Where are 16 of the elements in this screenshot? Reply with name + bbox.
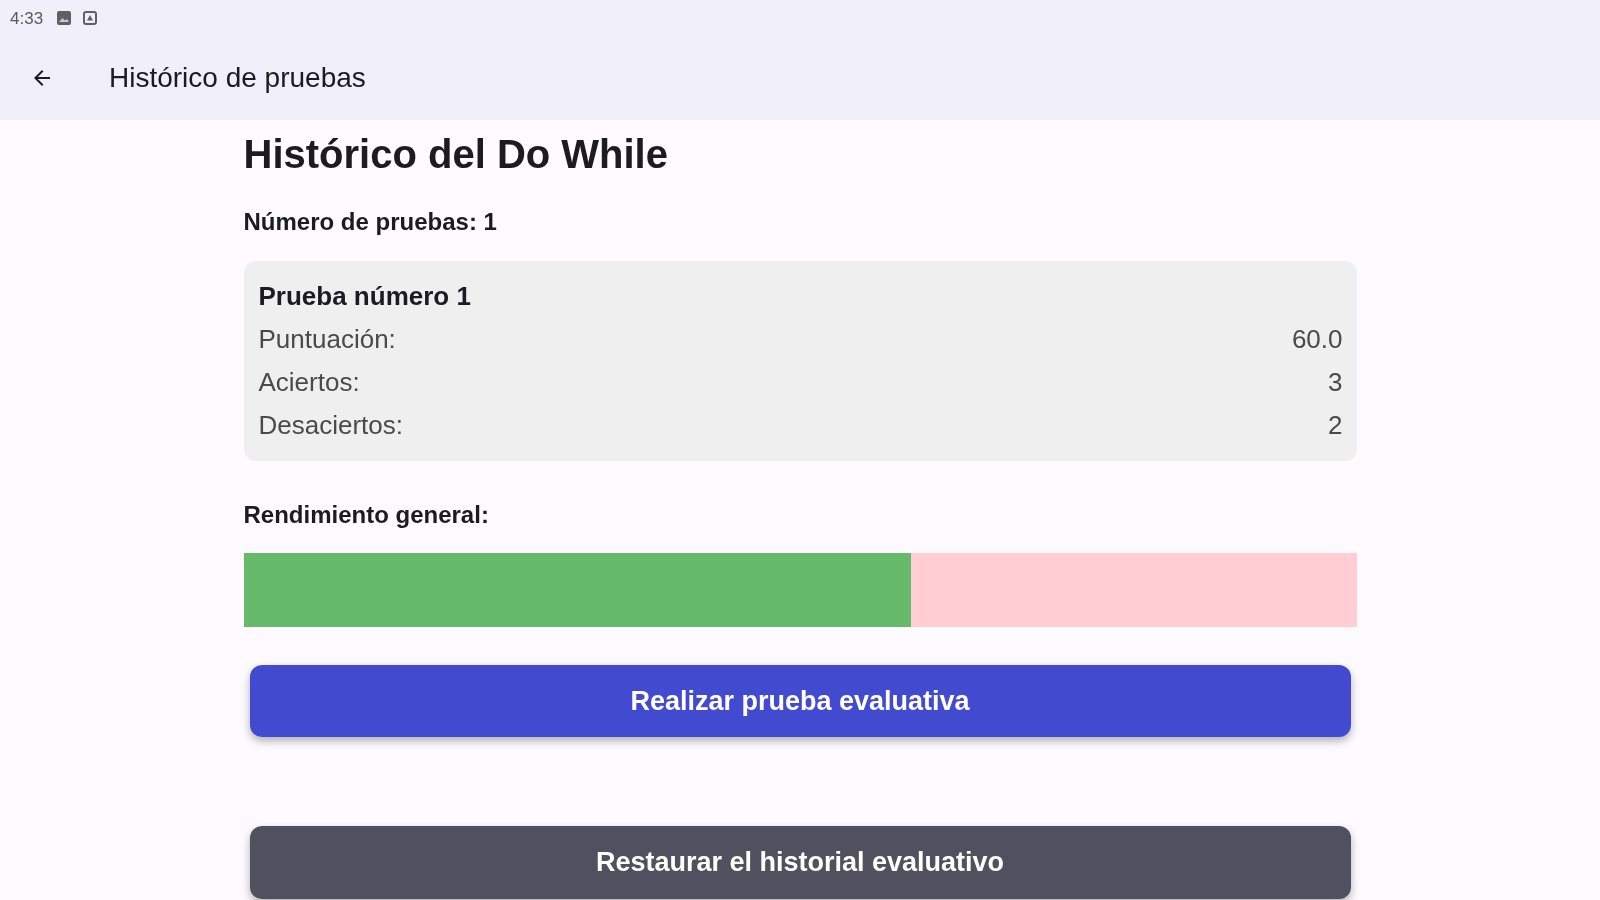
image-icon [57,11,72,25]
field-label: Aciertos: [258,366,360,399]
field-value: 2 [1328,409,1343,442]
test-title: Prueba número 1 [258,280,472,313]
square-icon [83,11,98,25]
field-value: 60.0 [1291,323,1343,356]
field-label: Puntuación: [258,323,396,356]
status-time: 4:33 [10,9,44,27]
field-label: Desaciertos: [258,409,403,442]
take-test-button[interactable]: Realizar prueba evaluativa [249,665,1351,737]
field-value: 3 [1328,366,1343,399]
performance-label: Rendimiento general: [243,500,490,530]
test-count-label: Número de pruebas: 1 [243,207,498,237]
page-heading: Histórico del Do While [243,131,669,178]
app-bar-title: Histórico de pruebas [109,64,366,92]
reset-history-button[interactable]: Restaurar el historial evaluativo [249,826,1351,899]
